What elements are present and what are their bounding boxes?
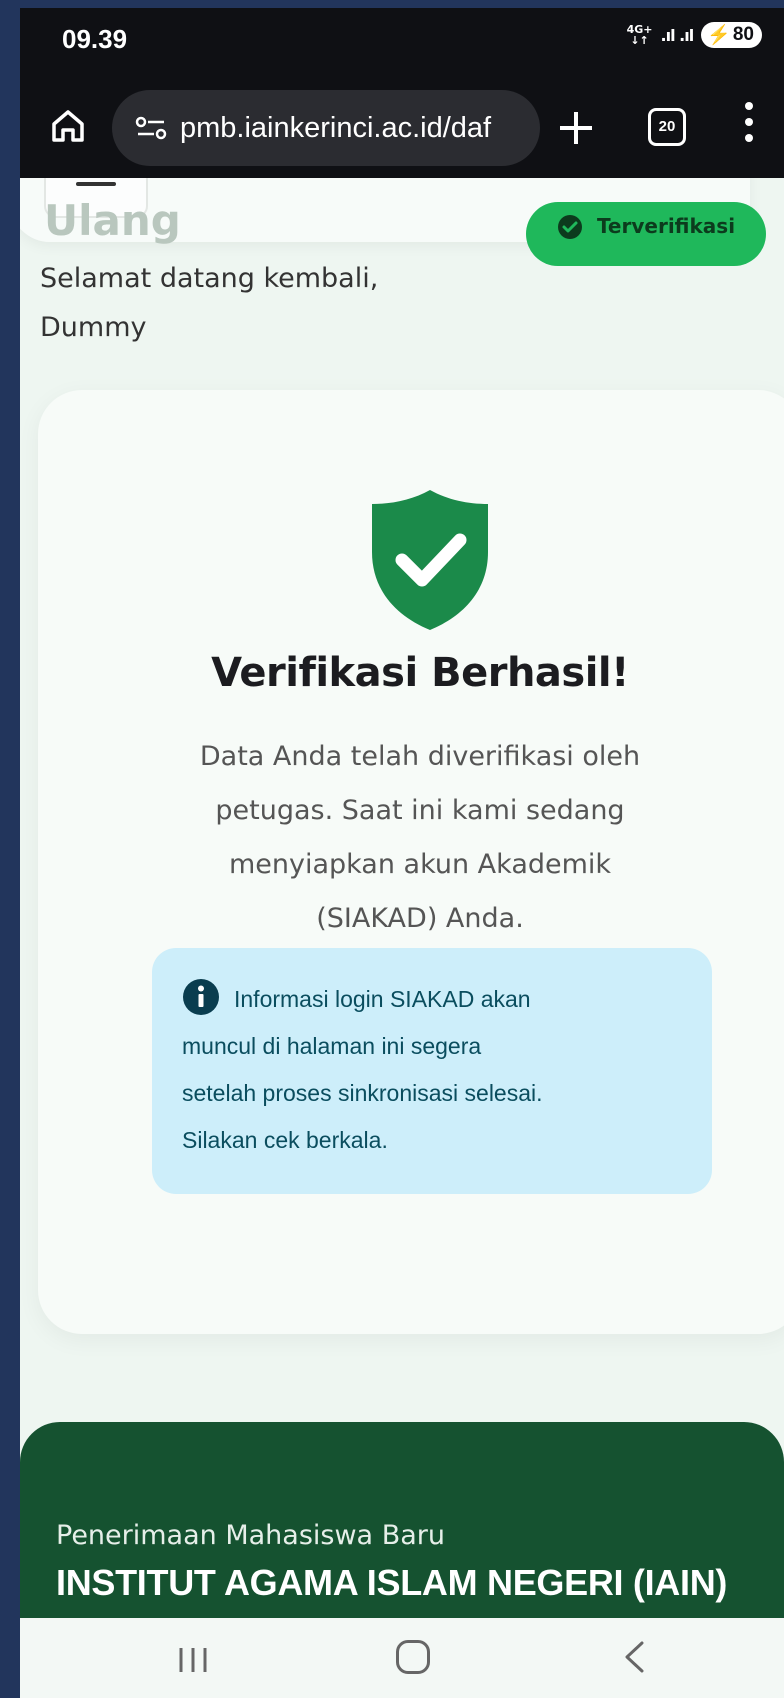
info-icon: [183, 979, 219, 1015]
info-line: Silakan cek berkala.: [182, 1127, 388, 1153]
card-description: Data Anda telah diverifikasi oleh petuga…: [148, 730, 692, 946]
desc-line: (SIAKAD) Anda.: [316, 903, 524, 934]
status-badge: Terverifikasi: [526, 202, 766, 266]
system-nav-bar: [20, 1618, 784, 1698]
home-icon[interactable]: [46, 104, 90, 148]
user-name: Dummy: [40, 312, 147, 343]
home-nav-icon[interactable]: [396, 1640, 430, 1674]
site-footer: Penerimaan Mahasiswa Baru INSTITUT AGAMA…: [20, 1422, 784, 1618]
site-settings-icon[interactable]: [134, 116, 168, 140]
more-vert-icon[interactable]: [742, 102, 756, 152]
desc-line: Data Anda telah diverifikasi oleh: [199, 741, 641, 772]
welcome-line: Selamat datang kembali,: [40, 263, 379, 294]
info-line: muncul di halaman ini segera: [182, 1033, 482, 1059]
check-circle-icon: [557, 215, 582, 239]
status-badge-label: Terverifikasi: [596, 214, 736, 238]
page-content: Dashboard Daftar Ulang Terverifikasi Sel…: [20, 178, 784, 1618]
back-icon[interactable]: [622, 1640, 646, 1674]
card-title: Verifikasi Berhasil!: [211, 650, 629, 696]
browser-toolbar: pmb.iainkerinci.ac.id/daf 20: [20, 78, 784, 178]
desc-line: menyiapkan akun Akademik: [228, 849, 612, 880]
info-line: Informasi login SIAKAD akan: [182, 976, 684, 1023]
address-bar[interactable]: pmb.iainkerinci.ac.id/daf: [112, 90, 540, 166]
url-text[interactable]: pmb.iainkerinci.ac.id/daf: [180, 112, 491, 145]
status-icons: 4G+ ↓↑ .ıl .ıl ⚡ 80: [627, 22, 762, 48]
verification-card: Verifikasi Berhasil! Data Anda telah div…: [38, 390, 784, 1334]
battery-level: 80: [732, 24, 754, 45]
charging-icon: ⚡: [707, 25, 731, 46]
signal-icon: .ıl .ıl: [660, 25, 695, 45]
info-line: setelah proses sinkronisasi selesai.: [182, 1080, 543, 1106]
footer-subtitle: Penerimaan Mahasiswa Baru: [56, 1520, 445, 1551]
status-bar: 09.39 4G+ ↓↑ .ıl .ıl ⚡ 80: [20, 8, 784, 78]
plus-icon[interactable]: [552, 104, 600, 152]
status-time: 09.39: [62, 24, 128, 54]
info-alert: Informasi login SIAKAD akan muncul di ha…: [152, 948, 712, 1194]
battery-icon: ⚡ 80: [701, 22, 762, 48]
shield-check-icon: [372, 490, 488, 630]
desc-line: petugas. Saat ini kami sedang: [215, 795, 625, 826]
tabs-icon[interactable]: 20: [648, 108, 686, 146]
network-type-icon: 4G+ ↓↑: [626, 23, 653, 47]
page-title-line2: Ulang: [44, 196, 181, 245]
recents-icon[interactable]: [176, 1646, 210, 1674]
welcome-text: Selamat datang kembali, Dummy: [40, 254, 460, 352]
phone-screen: 09.39 4G+ ↓↑ .ıl .ıl ⚡ 80 pmb.iainkerinci…: [20, 8, 784, 1698]
footer-title: INSTITUT AGAMA ISLAM NEGERI (IAIN): [56, 1562, 728, 1603]
